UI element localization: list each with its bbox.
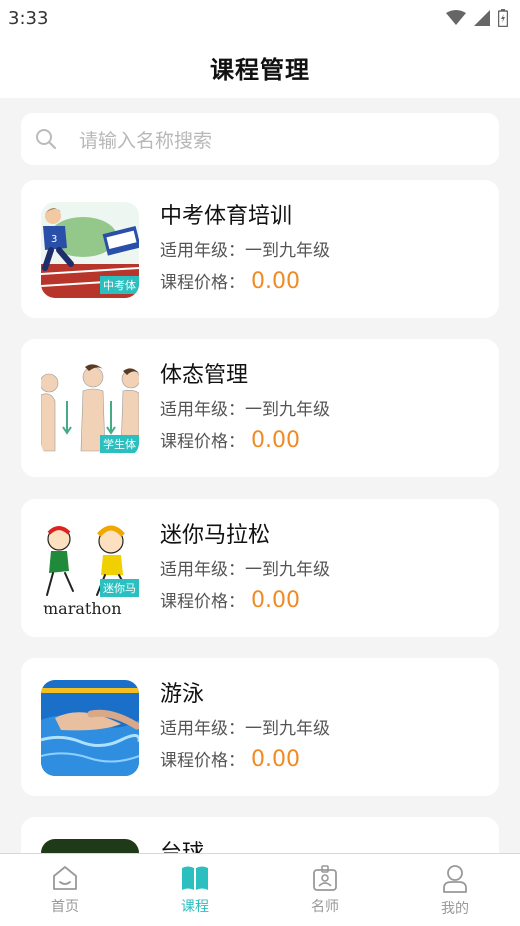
course-name: 台球 — [160, 841, 205, 854]
marathon-cartoon-image: marathon 迷你马 — [41, 521, 139, 617]
swimmer-image — [41, 680, 139, 776]
billiards-image — [41, 839, 139, 854]
course-name: 游泳 — [160, 682, 205, 707]
course-card[interactable]: 学生体 体态管理 适用年级：一到九年级 课程价格： 0.00 — [21, 339, 499, 477]
course-card[interactable]: 3 中考体 中考体育培训 适用年级：一到九年级 课程价格： 0.00 — [21, 180, 499, 318]
course-card[interactable]: 台球 — [21, 817, 499, 854]
thumb-tag: 中考体 — [100, 276, 139, 294]
course-list[interactable]: 3 中考体 中考体育培训 适用年级：一到九年级 课程价格： 0.00 学生体 体… — [21, 180, 499, 854]
price-value: 0.00 — [251, 588, 300, 613]
course-name: 中考体育培训 — [160, 204, 293, 229]
battery-icon — [498, 9, 508, 27]
tab-mine[interactable]: 我的 — [390, 854, 520, 926]
course-price-row: 课程价格： 0.00 — [160, 268, 300, 294]
teacher-badge-icon — [311, 864, 339, 892]
price-value: 0.00 — [251, 428, 300, 453]
price-label: 课程价格： — [160, 592, 245, 612]
tab-label: 课程 — [181, 899, 209, 915]
person-icon — [441, 864, 469, 894]
price-label: 课程价格： — [160, 751, 245, 771]
tab-label: 名师 — [311, 899, 339, 915]
course-grade: 适用年级：一到九年级 — [160, 560, 330, 580]
course-price-row: 课程价格： 0.00 — [160, 427, 300, 453]
course-grade: 适用年级：一到九年级 — [160, 719, 330, 739]
tab-teacher[interactable]: 名师 — [260, 854, 390, 926]
course-card[interactable]: 游泳 适用年级：一到九年级 课程价格： 0.00 — [21, 658, 499, 796]
status-time: 3:33 — [8, 7, 49, 29]
running-athlete-image: 3 中考体 — [41, 202, 139, 298]
price-value: 0.00 — [251, 747, 300, 772]
course-name: 体态管理 — [160, 363, 249, 388]
tab-label: 我的 — [441, 901, 469, 917]
course-price-row: 课程价格： 0.00 — [160, 746, 300, 772]
status-icons — [446, 9, 508, 27]
price-label: 课程价格： — [160, 273, 245, 293]
svg-text:3: 3 — [51, 234, 57, 245]
search-input[interactable]: 请输入名称搜索 — [21, 113, 499, 165]
course-grade: 适用年级：一到九年级 — [160, 400, 330, 420]
wifi-icon — [446, 10, 466, 25]
marathon-text: marathon — [43, 599, 122, 617]
course-price-row: 课程价格： 0.00 — [160, 587, 300, 613]
tab-bar: 首页 课程 名师 我的 — [0, 853, 520, 926]
status-bar: 3:33 — [0, 0, 520, 36]
page-title: 课程管理 — [210, 55, 310, 84]
tab-course[interactable]: 课程 — [130, 854, 260, 926]
tab-home[interactable]: 首页 — [0, 854, 130, 926]
thumb-tag: 学生体 — [100, 435, 139, 453]
price-label: 课程价格： — [160, 432, 245, 452]
course-grade: 适用年级：一到九年级 — [160, 241, 330, 261]
book-icon — [180, 864, 210, 892]
search-placeholder: 请输入名称搜索 — [79, 129, 213, 152]
search-icon — [36, 129, 57, 150]
tab-label: 首页 — [51, 899, 79, 915]
course-name: 迷你马拉松 — [160, 523, 271, 548]
title-bar: 课程管理 — [0, 36, 520, 98]
home-icon — [51, 864, 79, 892]
thumb-tag: 迷你马 — [100, 579, 139, 597]
course-card[interactable]: marathon 迷你马 迷你马拉松 适用年级：一到九年级 课程价格： 0.00 — [21, 499, 499, 637]
signal-icon — [474, 10, 490, 26]
price-value: 0.00 — [251, 269, 300, 294]
posture-figures-image: 学生体 — [41, 361, 139, 457]
